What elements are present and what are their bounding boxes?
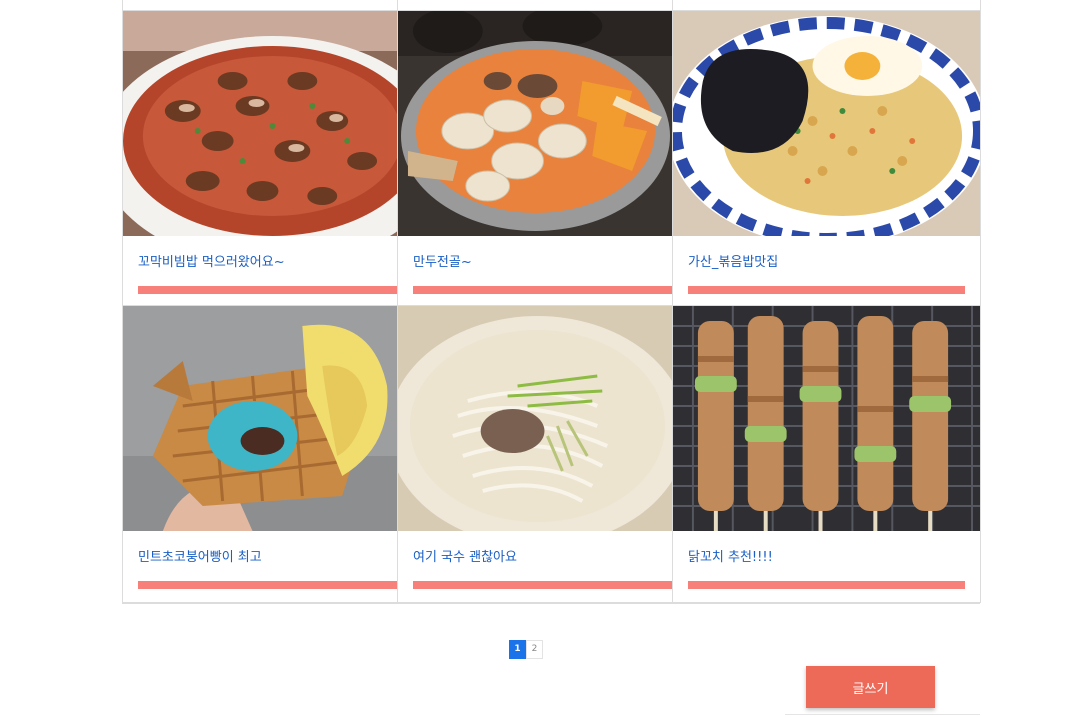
post-accent-bar <box>413 286 672 294</box>
pagination: 1 2 <box>509 640 543 659</box>
mint-choco-fish-bread-photo[interactable] <box>123 306 397 531</box>
page-link[interactable]: 2 <box>526 640 543 659</box>
previous-row-edge <box>673 0 981 11</box>
post-accent-bar <box>413 581 672 589</box>
noodle-soup-photo[interactable] <box>398 306 672 531</box>
post-grid: 꼬막비빔밥 먹으러왔어요~ 만두전골~ 가산_볶음밥맛집 민트초코붕어빵이 최고… <box>122 0 981 604</box>
post-title-link[interactable]: 민트초코붕어빵이 최고 <box>138 546 262 565</box>
post-card[interactable]: 민트초코붕어빵이 최고 <box>123 306 398 603</box>
post-card[interactable]: 닭꼬치 추천!!!! <box>673 306 981 603</box>
post-title-link[interactable]: 꼬막비빔밥 먹으러왔어요~ <box>138 251 285 270</box>
post-accent-bar <box>688 581 965 589</box>
previous-row-edge <box>398 0 673 11</box>
post-title-link[interactable]: 닭꼬치 추천!!!! <box>688 546 773 565</box>
post-title-link[interactable]: 여기 국수 괜찮아요 <box>413 546 517 565</box>
post-card[interactable]: 꼬막비빔밥 먹으러왔어요~ <box>123 11 398 306</box>
post-accent-bar <box>138 581 397 589</box>
post-card[interactable]: 만두전골~ <box>398 11 673 306</box>
post-card[interactable]: 여기 국수 괜찮아요 <box>398 306 673 603</box>
previous-row-edge <box>123 0 398 11</box>
post-gallery-page: 꼬막비빔밥 먹으러왔어요~ 만두전골~ 가산_볶음밥맛집 민트초코붕어빵이 최고… <box>0 0 1076 717</box>
divider <box>785 714 980 715</box>
dumpling-hotpot-photo[interactable] <box>398 11 672 236</box>
spicy-cockle-dish-photo[interactable] <box>123 11 397 236</box>
post-accent-bar <box>688 286 965 294</box>
page-link-current[interactable]: 1 <box>509 640 526 659</box>
chicken-skewers-photo[interactable] <box>673 306 980 531</box>
fried-rice-jjajang-photo[interactable] <box>673 11 980 236</box>
post-card[interactable]: 가산_볶음밥맛집 <box>673 11 981 306</box>
post-title-link[interactable]: 가산_볶음밥맛집 <box>688 251 778 270</box>
post-title-link[interactable]: 만두전골~ <box>413 251 472 270</box>
post-accent-bar <box>138 286 397 294</box>
write-post-button[interactable]: 글쓰기 <box>806 666 935 708</box>
